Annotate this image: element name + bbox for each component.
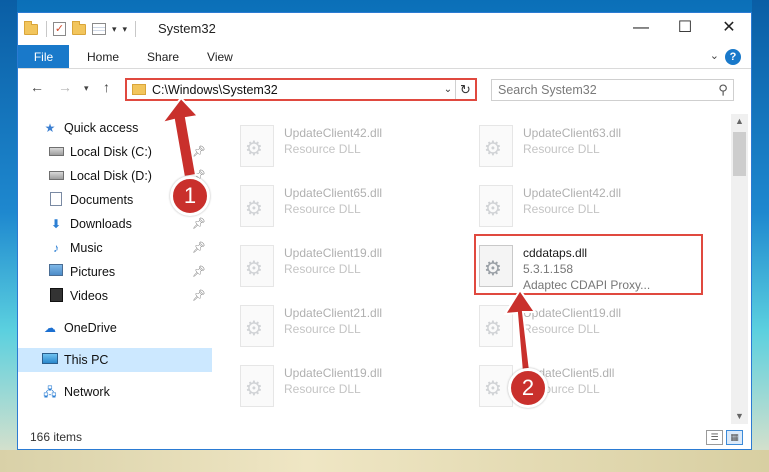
arrow-2-shape — [503, 288, 537, 374]
arrow-1-shape — [159, 96, 201, 179]
annotation-arrows — [159, 96, 537, 374]
step-2-callout: 2 — [508, 368, 548, 408]
step-1-callout: 1 — [170, 176, 210, 216]
